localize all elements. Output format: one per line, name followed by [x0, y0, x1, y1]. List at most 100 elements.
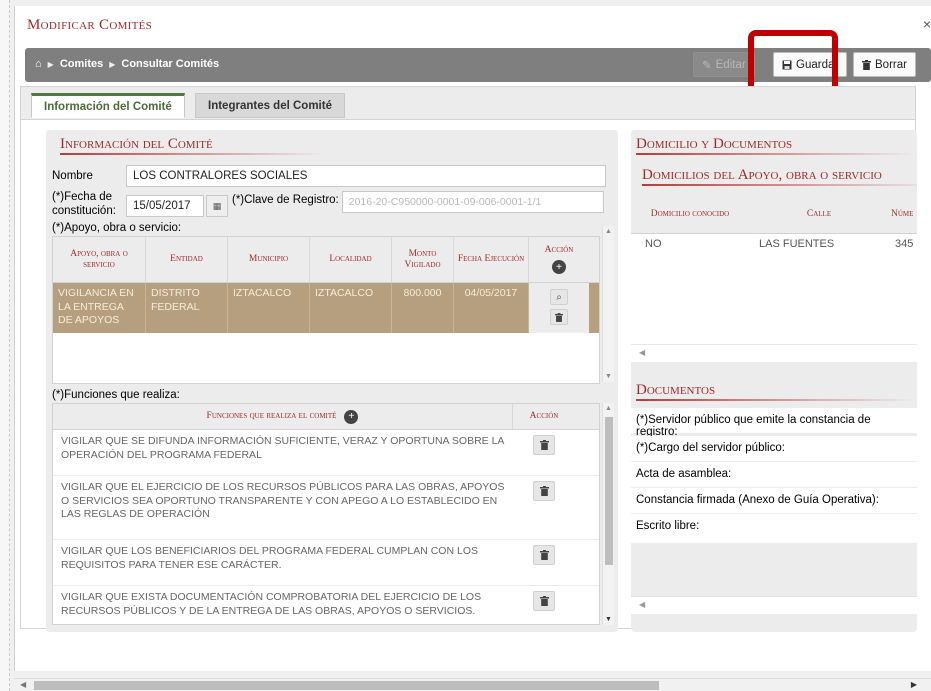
- trash-icon[interactable]: [533, 545, 555, 565]
- nombre-label: Nombre: [52, 170, 93, 182]
- cell-municipio: IZTACALCO: [228, 283, 310, 333]
- list-item: VIGILAR QUE EL EJERCICIO DE LOS RECURSOS…: [53, 476, 599, 540]
- col-funciones: Funciones que realiza el comité: [206, 411, 337, 422]
- doc-servidor-publico: (*)Servidor público que emite la constan…: [631, 408, 917, 438]
- funcion-text: VIGILAR QUE SE DIFUNDA INFORMACIÓN SUFIC…: [61, 435, 504, 461]
- domicilios-table: Domicilio conocido Calle Núme NO LAS FUE…: [631, 196, 917, 362]
- fecha-row: (*)Fecha de constitución: 15/05/2017 ▦ (…: [52, 191, 604, 219]
- list-item: VIGILAR QUE LOS BENEFICIARIOS DEL PROGRA…: [53, 540, 599, 586]
- tab-integrantes[interactable]: Integrantes del Comité: [195, 93, 345, 118]
- documentos-hscroll[interactable]: ◀: [631, 596, 917, 614]
- table-row[interactable]: NO LAS FUENTES 345: [631, 234, 917, 260]
- address-documents-panel: Domicilio y Documentos Domicilios del Ap…: [631, 130, 917, 632]
- edit-button[interactable]: ✎ Editar: [693, 52, 755, 77]
- chevron-right-icon: ▶: [109, 59, 116, 69]
- col-numero: Núme: [891, 209, 914, 220]
- section-title: Domicilio y Documentos: [636, 136, 793, 152]
- cell-fecha: 04/05/2017: [454, 283, 529, 333]
- apoyo-table: Apoyo, obra o servicio Entidad Municipio…: [52, 236, 600, 384]
- col-calle: Calle: [806, 209, 832, 220]
- scroll-right-icon[interactable]: ▶: [911, 680, 917, 689]
- col-accion: Acción: [529, 411, 559, 422]
- funcion-text: VIGILAR QUE LOS BENEFICIARIOS DEL PROGRA…: [61, 545, 478, 571]
- close-icon[interactable]: ×: [923, 16, 931, 32]
- left-edge-guide: [0, 0, 10, 691]
- row-actions: ⌕: [529, 283, 589, 333]
- table-row[interactable]: VIGILANCIA EN LA ENTREGA DE APOYOS DISTR…: [53, 283, 599, 333]
- dialog-title: Modificar Comités: [27, 17, 153, 33]
- nombre-row: Nombre LOS CONTRALORES SOCIALES: [52, 165, 606, 187]
- col-apoyo: Apoyo, obra o servicio: [53, 237, 146, 282]
- scroll-up-icon[interactable]: ▲: [605, 228, 612, 235]
- col-municipio: Municipio: [228, 237, 310, 282]
- nombre-input[interactable]: LOS CONTRALORES SOCIALES: [126, 165, 606, 187]
- funciones-table: Funciones que realiza el comité + Acción…: [52, 403, 600, 625]
- doc-cargo: (*)Cargo del servidor público:: [631, 436, 917, 462]
- add-apoyo-icon[interactable]: +: [552, 260, 566, 275]
- col-accion: Acción: [544, 244, 574, 255]
- fecha-input[interactable]: 15/05/2017: [126, 195, 204, 217]
- chevron-right-icon: ▶: [47, 59, 54, 69]
- funciones-scrollbar[interactable]: ▲ ▼: [602, 403, 614, 625]
- add-funcion-icon[interactable]: +: [344, 409, 359, 424]
- delete-label: Borrar: [875, 58, 907, 71]
- tab-informacion[interactable]: Información del Comité: [31, 93, 185, 118]
- subsection-title: Domicilios del Apoyo, obra o servicio: [642, 167, 882, 183]
- col-domicilio: Domicilio conocido: [650, 209, 730, 220]
- trash-icon[interactable]: [550, 309, 568, 325]
- fecha-label: (*)Fecha de: [52, 191, 113, 203]
- col-entidad: Entidad: [146, 237, 228, 282]
- section-title: Documentos: [636, 382, 716, 398]
- breadcrumb-comites[interactable]: Comites: [60, 58, 103, 70]
- cell-numero: 345: [895, 238, 914, 250]
- scroll-left-icon[interactable]: ◀: [639, 600, 645, 609]
- scroll-down-icon[interactable]: ▼: [605, 373, 612, 380]
- tab-bar: Información del Comité Integrantes del C…: [20, 86, 916, 120]
- doc-constancia-firmada: Constancia firmada (Anexo de Guía Operat…: [631, 488, 917, 514]
- cell-localidad: IZTACALCO: [310, 283, 392, 333]
- cell-domicilio: NO: [645, 238, 662, 250]
- edit-label: Editar: [715, 58, 746, 71]
- doc-escrito-libre: Escrito libre:: [631, 514, 917, 544]
- cell-apoyo: VIGILANCIA EN LA ENTREGA DE APOYOS: [53, 283, 146, 333]
- apoyo-table-scrollbar[interactable]: ▲ ▼: [602, 226, 614, 382]
- home-icon[interactable]: ⌂: [35, 58, 42, 70]
- cell-calle: LAS FUENTES: [759, 238, 835, 250]
- page-horizontal-scrollbar[interactable]: ◀ ▶: [14, 678, 931, 691]
- list-item: VIGILAR QUE SE DIFUNDA INFORMACIÓN SUFIC…: [53, 430, 599, 476]
- col-localidad: Localidad: [310, 237, 392, 282]
- breadcrumb-consultar[interactable]: Consultar Comités: [121, 58, 219, 70]
- cell-monto: 800.000: [392, 283, 454, 333]
- scroll-left-icon[interactable]: ◀: [20, 680, 26, 689]
- trash-icon: [862, 59, 871, 70]
- breadcrumb: ⌂ ▶ Comites ▶ Consultar Comités: [35, 58, 219, 70]
- col-fecha: Fecha Ejecución: [454, 237, 529, 282]
- trash-icon[interactable]: [533, 481, 555, 501]
- scroll-down-icon[interactable]: ▼: [605, 616, 612, 623]
- committee-info-panel: Información del Comité Nombre LOS CONTRA…: [46, 130, 618, 632]
- delete-button[interactable]: Borrar: [853, 52, 916, 77]
- cell-entidad: DISTRITO FEDERAL: [146, 283, 228, 333]
- scroll-thumb[interactable]: [605, 417, 613, 565]
- funcion-text: VIGILAR QUE EL EJERCICIO DE LOS RECURSOS…: [61, 481, 505, 521]
- search-icon[interactable]: ⌕: [550, 289, 568, 305]
- scroll-thumb[interactable]: [34, 681, 659, 690]
- clave-label: (*)Clave de Registro:: [232, 194, 339, 206]
- funcion-text: VIGILAR QUE EXISTA DOCUMENTACIÓN COMPROB…: [61, 591, 482, 617]
- trash-icon[interactable]: [533, 435, 555, 455]
- col-monto: Monto Vigilado: [392, 237, 454, 282]
- fecha-label-2: constitución:: [52, 204, 116, 217]
- list-item: VIGILAR QUE EXISTA DOCUMENTACIÓN COMPROB…: [53, 586, 599, 624]
- doc-acta-asamblea: Acta de asamblea:: [631, 462, 917, 488]
- domicilios-hscroll[interactable]: ◀: [631, 344, 917, 362]
- trash-icon[interactable]: [533, 591, 555, 611]
- pencil-icon: ✎: [702, 59, 712, 72]
- clave-input[interactable]: 2016-20-C950000-0001-09-006-0001-1/1: [341, 191, 604, 213]
- section-title: Información del Comité: [60, 136, 213, 152]
- scroll-up-icon[interactable]: ▲: [605, 405, 612, 412]
- tab-content: Información del Comité Nombre LOS CONTRA…: [20, 119, 917, 632]
- funciones-label: (*)Funciones que realiza:: [52, 389, 180, 401]
- apoyo-label: (*)Apoyo, obra o servicio:: [52, 222, 182, 234]
- calendar-icon[interactable]: ▦: [206, 195, 228, 217]
- scroll-left-icon[interactable]: ◀: [639, 348, 645, 357]
